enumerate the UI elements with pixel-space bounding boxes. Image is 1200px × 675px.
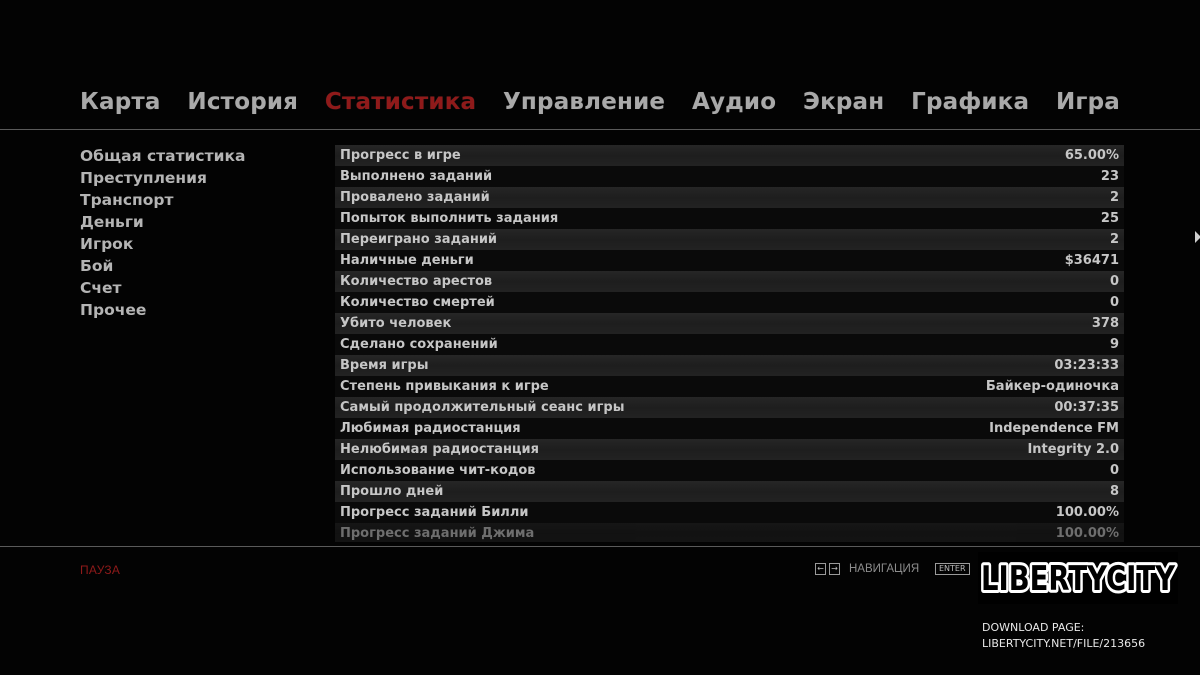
stat-row: Выполнено заданий 23 <box>335 166 1124 187</box>
stat-value: Integrity 2.0 <box>1027 442 1119 457</box>
tab-display[interactable]: Экран <box>803 89 884 115</box>
stat-label: Самый продолжительный сеанс игры <box>340 400 625 415</box>
stat-row: Переиграно заданий 2 <box>335 229 1124 250</box>
stat-value: 25 <box>1100 211 1119 226</box>
download-info: DOWNLOAD PAGE: LIBERTYCITY.NET/FILE/2136… <box>982 620 1145 652</box>
tab-history[interactable]: История <box>187 89 298 115</box>
top-tab-bar: Карта История Статистика Управление Ауди… <box>80 82 1120 122</box>
tab-audio[interactable]: Аудио <box>692 89 776 115</box>
header-divider <box>0 129 1200 130</box>
enter-hint: ENTER <box>935 563 970 575</box>
stat-label: Время игры <box>340 358 429 373</box>
tab-graphics[interactable]: Графика <box>911 89 1029 115</box>
stat-value: 2 <box>1109 190 1119 205</box>
stat-row: Использование чит-кодов 0 <box>335 460 1124 481</box>
tab-controls[interactable]: Управление <box>503 89 665 115</box>
stat-value: 8 <box>1109 484 1119 499</box>
stat-value: 100.00% <box>1055 505 1119 520</box>
stat-label: Прогресс заданий Джима <box>340 526 535 541</box>
category-vehicles[interactable]: Транспорт <box>80 189 320 211</box>
stat-value: Байкер-одиночка <box>985 379 1119 394</box>
stat-row: Сделано сохранений 9 <box>335 334 1124 355</box>
stat-value: 2 <box>1109 232 1119 247</box>
category-player[interactable]: Игрок <box>80 233 320 255</box>
footer-divider <box>0 546 1200 547</box>
stat-value: 0 <box>1109 463 1119 478</box>
stat-value: $36471 <box>1064 253 1119 268</box>
stat-label: Количество смертей <box>340 295 495 310</box>
stat-row: Наличные деньги $36471 <box>335 250 1124 271</box>
category-misc[interactable]: Прочее <box>80 299 320 321</box>
stat-row: Нелюбимая радиостанция Integrity 2.0 <box>335 439 1124 460</box>
stat-row: Время игры 03:23:33 <box>335 355 1124 376</box>
stat-value: 0 <box>1109 274 1119 289</box>
stat-label: Прогресс в игре <box>340 148 461 163</box>
stat-row: Прогресс заданий Джима 100.00% <box>335 523 1124 542</box>
stat-label: Сделано сохранений <box>340 337 498 352</box>
stat-value: 0 <box>1109 295 1119 310</box>
category-score[interactable]: Счет <box>80 277 320 299</box>
stat-row: Попыток выполнить задания 25 <box>335 208 1124 229</box>
stats-table[interactable]: Прогресс в игре 65.00% Выполнено заданий 2… <box>335 145 1124 542</box>
stat-value: 23 <box>1100 169 1119 184</box>
libertycity-logo: LIBERTYCITY LIBERTYCITY <box>978 552 1178 604</box>
stat-row: Прошло дней 8 <box>335 481 1124 502</box>
stat-label: Убито человек <box>340 316 452 331</box>
stat-value: 378 <box>1091 316 1119 331</box>
category-crimes[interactable]: Преступления <box>80 167 320 189</box>
download-line-1: DOWNLOAD PAGE: <box>982 621 1085 634</box>
stat-label: Прогресс заданий Билли <box>340 505 529 520</box>
arrow-right-icon: → <box>829 563 840 575</box>
stat-value: Independence FM <box>989 421 1119 436</box>
stat-label: Выполнено заданий <box>340 169 493 184</box>
stat-value: 65.00% <box>1064 148 1119 163</box>
download-line-2: LIBERTYCITY.NET/FILE/213656 <box>982 637 1146 650</box>
stat-row: Прогресс в игре 65.00% <box>335 145 1124 166</box>
stat-label: Переиграно заданий <box>340 232 498 247</box>
pause-label: ПАУЗА <box>80 563 121 577</box>
stat-value: 9 <box>1109 337 1119 352</box>
category-money[interactable]: Деньги <box>80 211 320 233</box>
stat-row: Любимая радиостанция Independence FM <box>335 418 1124 439</box>
stat-row: Самый продолжительный сеанс игры 00:37:35 <box>335 397 1124 418</box>
category-general-stats[interactable]: Общая статистика <box>80 145 320 167</box>
stat-label: Нелюбимая радиостанция <box>340 442 540 457</box>
stat-label: Провалено заданий <box>340 190 490 205</box>
stat-value: 03:23:33 <box>1054 358 1119 373</box>
stat-row: Степень привыкания к игре Байкер-одиночка <box>335 376 1124 397</box>
logo-text: LIBERTYCITY <box>981 559 1175 599</box>
stat-value: 00:37:35 <box>1054 400 1119 415</box>
scroll-right-arrow-icon[interactable] <box>1195 231 1200 243</box>
stat-row: Провалено заданий 2 <box>335 187 1124 208</box>
stat-label: Степень привыкания к игре <box>340 379 549 394</box>
arrow-left-icon: ← <box>815 563 826 575</box>
stat-label: Любимая радиостанция <box>340 421 521 436</box>
tab-statistics[interactable]: Статистика <box>325 89 476 115</box>
stat-label: Использование чит-кодов <box>340 463 536 478</box>
navigation-label: НАВИГАЦИЯ <box>849 563 920 575</box>
navigation-hint: ← → НАВИГАЦИЯ <box>815 563 919 575</box>
stat-label: Попыток выполнить задания <box>340 211 559 226</box>
stat-row: Прогресс заданий Билли 100.00% <box>335 502 1124 523</box>
stat-label: Прошло дней <box>340 484 444 499</box>
enter-key-icon: ENTER <box>935 563 970 575</box>
stat-row: Убито человек 378 <box>335 313 1124 334</box>
stat-label: Наличные деньги <box>340 253 474 268</box>
stat-value: 100.00% <box>1055 526 1119 541</box>
pause-menu-screen: Карта История Статистика Управление Ауди… <box>0 0 1200 675</box>
stats-category-menu: Общая статистика Преступления Транспорт … <box>80 145 320 321</box>
tab-game[interactable]: Игра <box>1056 89 1120 115</box>
stat-row: Количество смертей 0 <box>335 292 1124 313</box>
category-combat[interactable]: Бой <box>80 255 320 277</box>
stat-label: Количество арестов <box>340 274 493 289</box>
stat-row: Количество арестов 0 <box>335 271 1124 292</box>
tab-map[interactable]: Карта <box>80 89 161 115</box>
